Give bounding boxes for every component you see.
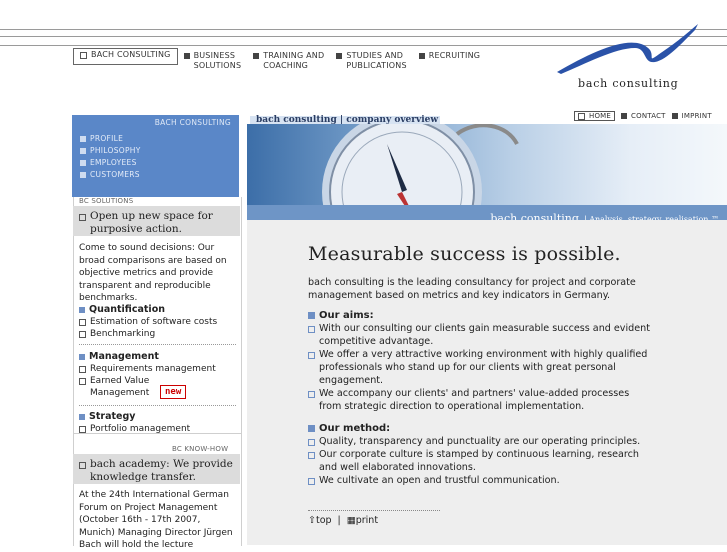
sidebar-menu: BACH CONSULTING PROFILE PHILOSOPHY EMPLO… — [72, 115, 239, 197]
sidebar-item-profile[interactable]: PROFILE — [80, 133, 141, 145]
arrow-up-icon: ⇧ — [308, 515, 316, 526]
brand-wordmark: bach consulting — [578, 77, 679, 90]
utility-contact[interactable]: CONTACT — [621, 111, 666, 121]
knowhow-text: At the 24th International German Forum o… — [79, 490, 233, 550]
sidebar-title: BACH CONSULTING — [154, 118, 231, 127]
link-separator: | — [337, 515, 341, 526]
solutions-text: Come to sound decisions: Our broad compa… — [79, 243, 227, 303]
link-requirements-management[interactable]: Requirements management — [79, 363, 236, 375]
nav-bach-consulting[interactable]: BACH CONSULTING — [73, 48, 178, 65]
nav-marker-icon — [671, 113, 678, 119]
footer-divider — [308, 510, 440, 511]
divider — [79, 344, 236, 345]
list-bullet-icon — [308, 439, 315, 446]
method-heading: Our method: — [308, 422, 653, 435]
section-bullet-icon — [79, 414, 85, 420]
solutions-headline: Open up new space for purposive action. — [90, 210, 213, 235]
bullet-icon — [80, 136, 86, 142]
link-earned-value-management[interactable]: Earned Value Management new — [79, 375, 236, 399]
utility-home[interactable]: HOME — [574, 111, 616, 121]
list-bullet-icon — [308, 452, 315, 459]
knowhow-headline: bach academy: We provide knowledge trans… — [90, 458, 233, 483]
link-bullet-icon — [79, 378, 86, 385]
sidebar-item-customers[interactable]: CUSTOMERS — [80, 169, 141, 181]
section-bullet-icon — [308, 425, 315, 432]
solutions-headline-box: Open up new space for purposive action. — [73, 206, 240, 236]
nav-marker-icon — [621, 113, 628, 119]
box-marker-icon — [79, 462, 86, 469]
nav-marker-icon — [183, 53, 190, 59]
sidebar-item-employees[interactable]: EMPLOYEES — [80, 157, 141, 169]
knowhow-label: BC KNOW-HOW — [172, 445, 229, 453]
nav-training-coaching[interactable]: TRAINING AND COACHING — [247, 46, 330, 74]
bullet-icon — [80, 172, 86, 178]
aims-item: We accompany our clients' and partners' … — [308, 387, 653, 413]
nav-marker-icon — [80, 52, 87, 59]
list-bullet-icon — [308, 478, 315, 485]
method-item: Our corporate culture is stamped by cont… — [308, 448, 653, 474]
nav-studies-publications[interactable]: STUDIES AND PUBLICATIONS — [330, 46, 412, 74]
link-bullet-icon — [79, 331, 86, 338]
list-bullet-icon — [308, 352, 315, 359]
list-bullet-icon — [308, 326, 315, 333]
bullet-icon — [80, 160, 86, 166]
solutions-sections: Quantification Estimation of software co… — [79, 304, 236, 435]
list-bullet-icon — [308, 391, 315, 398]
section-quantification[interactable]: Quantification — [79, 304, 236, 316]
solutions-label: BC SOLUTIONS — [79, 197, 134, 205]
page-headline: Measurable success is possible. — [308, 243, 621, 265]
aims-heading: Our aims: — [308, 309, 653, 322]
aims-item: We offer a very attractive working envir… — [308, 348, 653, 387]
nav-marker-icon — [578, 112, 585, 120]
top-link[interactable]: ⇧top — [308, 515, 332, 526]
method-section: Our method: Quality, transparency and pu… — [308, 422, 653, 487]
method-item: We cultivate an open and trustful commun… — [308, 474, 653, 487]
printer-icon: ▦ — [346, 515, 356, 526]
utility-navigation: HOME CONTACT IMPRINT — [574, 111, 712, 121]
link-bullet-icon — [79, 319, 86, 326]
knowhow-headline-box: bach academy: We provide knowledge trans… — [73, 454, 240, 484]
section-bullet-icon — [79, 354, 85, 360]
print-link[interactable]: ▦print — [347, 515, 378, 526]
utility-imprint[interactable]: IMPRINT — [671, 111, 712, 121]
aims-section: Our aims: With our consulting our client… — [308, 309, 653, 413]
link-benchmarking[interactable]: Benchmarking — [79, 328, 236, 340]
link-bullet-icon — [79, 426, 86, 433]
section-management[interactable]: Management — [79, 351, 236, 363]
link-bullet-icon — [79, 366, 86, 373]
sidebar-item-philosophy[interactable]: PHILOSOPHY — [80, 145, 141, 157]
divider — [79, 405, 236, 406]
section-bullet-icon — [79, 307, 85, 313]
section-strategy[interactable]: Strategy — [79, 411, 236, 423]
method-item: Quality, transparency and punctuality ar… — [308, 435, 653, 448]
nav-recruiting[interactable]: RECRUITING — [413, 46, 486, 74]
top-navigation: BACH CONSULTING BUSINESS SOLUTIONS TRAIN… — [73, 46, 486, 74]
link-estimation-software-costs[interactable]: Estimation of software costs — [79, 316, 236, 328]
nav-marker-icon — [336, 53, 343, 59]
intro-text: bach consulting is the leading consultan… — [308, 277, 636, 301]
nav-business-solutions[interactable]: BUSINESS SOLUTIONS — [178, 46, 248, 74]
section-bullet-icon — [308, 312, 315, 319]
nav-marker-icon — [418, 53, 425, 59]
box-marker-icon — [79, 214, 86, 221]
footer-links: ⇧top | ▦print — [308, 515, 378, 526]
logo-swoosh-icon — [557, 24, 698, 74]
bullet-icon — [80, 148, 86, 154]
nav-marker-icon — [253, 53, 260, 59]
aims-item: With our consulting our clients gain mea… — [308, 322, 653, 348]
new-badge: new — [160, 385, 187, 399]
